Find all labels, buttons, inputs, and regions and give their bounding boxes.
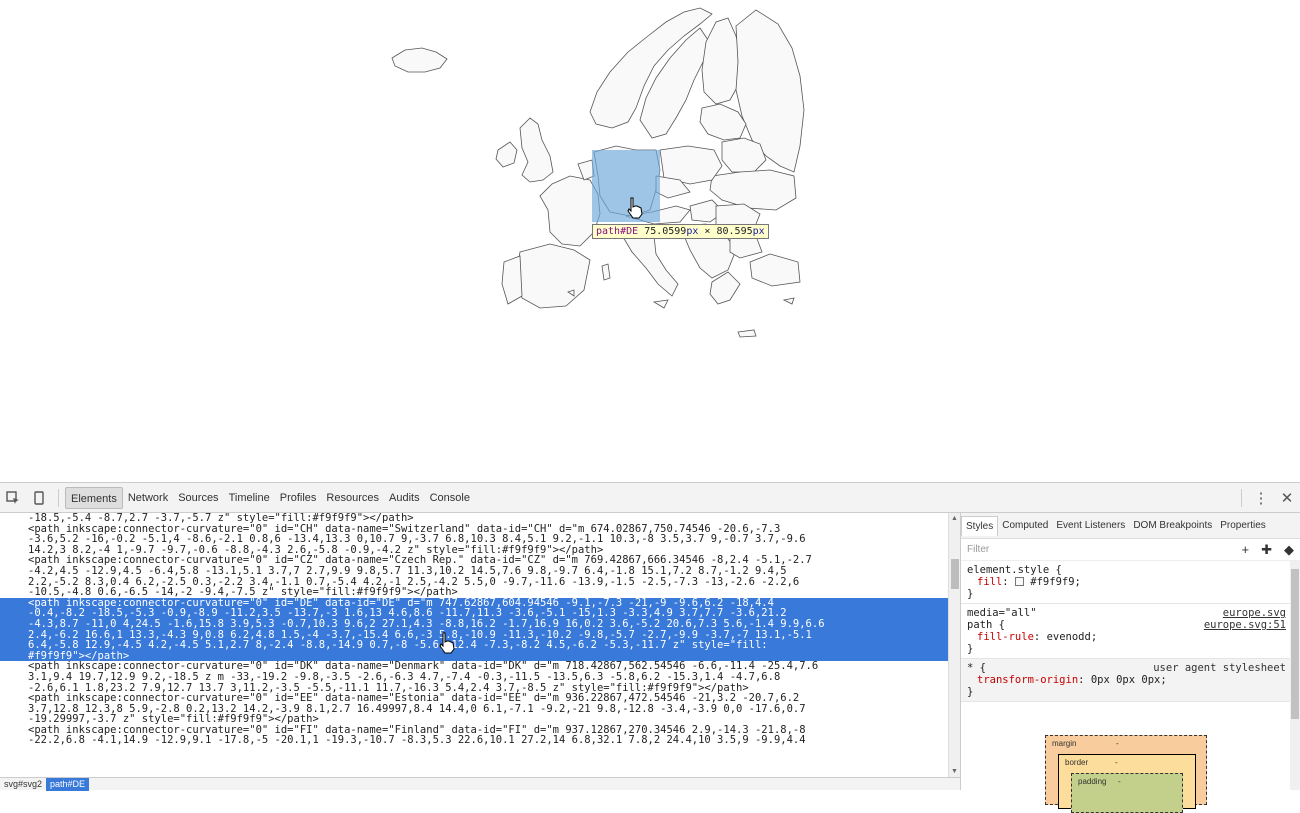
france-shape[interactable] (539, 175, 601, 247)
dom-node[interactable]: -22.2,6.8 -4.1,14.9 -12.9,9.1 -17.8,-5 -… (0, 735, 948, 746)
dom-node-selected[interactable]: -4.3,8.7 -11,0 4,24.5 -1.6,15.8 3.9,5.3 … (0, 619, 948, 630)
baltic-shape[interactable] (699, 103, 747, 141)
rule2-close: } (967, 643, 974, 655)
portugal-shape[interactable] (501, 255, 523, 305)
rule2-prop[interactable]: fill-rule (977, 631, 1034, 643)
new-rule-icon[interactable]: + (1242, 542, 1250, 558)
tab-event-listeners[interactable]: Event Listeners (1052, 516, 1129, 536)
rule3-prop: transform-origin (977, 674, 1079, 686)
color-format-icon[interactable]: ◆ (1284, 542, 1294, 558)
cyprus-shape[interactable] (782, 297, 795, 305)
tab-computed[interactable]: Computed (998, 516, 1052, 536)
elements-scroll-thumb[interactable] (951, 559, 959, 589)
border-value[interactable]: - (1115, 758, 1118, 767)
breadcrumb: svg#svg2 path#DE (0, 777, 960, 791)
uk-shape[interactable] (519, 117, 554, 183)
tooltip-px1: px (686, 226, 699, 237)
styles-filter[interactable]: Filter + ✚ ◆ (961, 539, 1300, 561)
tooltip-height: 80.595 (716, 226, 753, 237)
padding-value[interactable]: - (1118, 777, 1121, 786)
hand-cursor-icon (627, 197, 643, 219)
toolbar-divider-right (1241, 488, 1242, 507)
close-icon[interactable]: ✕ (1274, 485, 1300, 511)
rule-user-agent: * { user agent stylesheet transform-orig… (961, 659, 1300, 702)
rule1-value[interactable]: #f9f9f9; (1030, 576, 1081, 588)
tab-dom-breakpoints[interactable]: DOM Breakpoints (1129, 516, 1216, 536)
devtools-toolbar: Elements Network Sources Timeline Profil… (0, 483, 1300, 513)
rule2-source-line-link[interactable]: europe.svg:51 (1204, 619, 1286, 631)
sardinia-shape[interactable] (601, 263, 611, 281)
sidebar-tabs: Styles Computed Event Listeners DOM Brea… (961, 513, 1300, 539)
margin-value[interactable]: - (1116, 739, 1119, 748)
padding-label: padding (1078, 777, 1107, 786)
dom-node-selected[interactable]: 6.4,-5.8 12.9,-4.5 4.2,-4.5 5.1,2.7 8,-2… (0, 640, 948, 651)
box-model-padding: padding - (1071, 773, 1183, 813)
filter-placeholder: Filter (967, 544, 990, 555)
sidebar-scrollbar[interactable] (1290, 561, 1300, 790)
iceland-shape[interactable] (391, 47, 448, 73)
tab-console[interactable]: Console (425, 487, 475, 509)
tooltip-tag: path#DE (596, 226, 639, 237)
tab-profiles[interactable]: Profiles (275, 487, 322, 509)
tab-timeline[interactable]: Timeline (224, 487, 275, 509)
rule3-origin: user agent stylesheet (1153, 662, 1286, 674)
margin-label: margin (1052, 739, 1077, 748)
elements-scrollbar[interactable]: ▲ ▼ (948, 513, 960, 777)
tab-audits[interactable]: Audits (384, 487, 425, 509)
turkey-shape[interactable] (749, 253, 801, 287)
rule2-value[interactable]: evenodd; (1047, 631, 1098, 643)
bulgaria-shape[interactable] (729, 235, 763, 259)
box-model-margin: margin - border - padding - (1045, 735, 1207, 813)
tab-network[interactable]: Network (123, 487, 173, 509)
rule2-source-link[interactable]: europe.svg (1223, 607, 1286, 619)
sidebar-scroll-thumb[interactable] (1291, 569, 1299, 719)
devtools-panel: Elements Network Sources Timeline Profil… (0, 482, 1300, 813)
tooltip-width: 75.0599 (644, 226, 687, 237)
tab-sources[interactable]: Sources (173, 487, 223, 509)
ireland-shape[interactable] (495, 141, 518, 168)
dom-node[interactable]: -18.5,-5.4 -8.7,2.7 -3.7,-5.7 z" style="… (0, 513, 948, 524)
inspect-tooltip: path#DE 75.0599px × 80.595px (592, 224, 769, 239)
tooltip-times: × (704, 226, 711, 237)
rule1-prop[interactable]: fill (977, 576, 1002, 588)
rule-element-style: element.style { fill: #f9f9f9; } (961, 561, 1300, 604)
dom-node[interactable]: 3.1,9.4 19.7,12.9 9.2,-18.5 z m -33,-19.… (0, 672, 948, 683)
pin-icon[interactable]: ✚ (1261, 542, 1272, 558)
inspect-icon[interactable] (0, 485, 26, 511)
device-mode-icon[interactable] (26, 485, 52, 511)
tab-styles[interactable]: Styles (961, 515, 999, 536)
sicily-shape[interactable] (652, 299, 669, 309)
ukraine-shape[interactable] (709, 169, 797, 211)
tab-elements[interactable]: Elements (65, 486, 123, 509)
page-viewport: path#DE 75.0599px × 80.595px (0, 0, 1300, 482)
europe-map (391, 7, 805, 338)
elements-tree[interactable]: -18.5,-5.4 -8.7,2.7 -3.7,-5.7 z" style="… (0, 513, 948, 777)
rule3-close: } (967, 686, 974, 698)
rule1-selector: element.style { (967, 564, 1062, 576)
tooltip-px2: px (752, 226, 765, 237)
box-model-border: border - padding - (1058, 754, 1196, 813)
rule1-close: } (967, 588, 974, 600)
hand-cursor-icon (439, 632, 455, 654)
more-vert-icon[interactable]: ⋮ (1248, 485, 1274, 511)
dom-node[interactable]: -4.2,4.5 -12.9,4.5 -6.4,5.8 -13.1,5.1 3.… (0, 566, 948, 577)
styles-sidebar: Styles Computed Event Listeners DOM Brea… (960, 513, 1300, 813)
crete-shape[interactable] (737, 329, 757, 338)
tab-properties[interactable]: Properties (1216, 516, 1270, 536)
scroll-up-icon[interactable]: ▲ (951, 515, 958, 522)
color-swatch[interactable] (1014, 577, 1024, 586)
rule3-value: 0px 0px 0px; (1090, 674, 1167, 686)
scroll-down-icon[interactable]: ▼ (951, 768, 958, 775)
spain-shape[interactable] (515, 243, 591, 309)
rule-path: media="all" europe.svg path { europe.svg… (961, 604, 1300, 659)
tab-resources[interactable]: Resources (321, 487, 384, 509)
toolbar-divider (58, 488, 59, 507)
border-label: border (1065, 758, 1089, 767)
